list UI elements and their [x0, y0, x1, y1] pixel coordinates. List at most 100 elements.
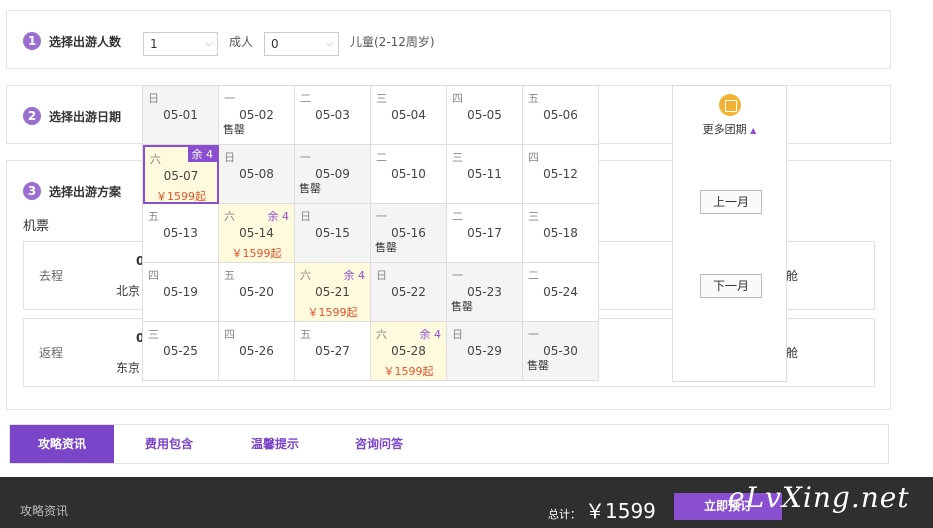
calendar-day-cell[interactable]: 三 05-11 — [447, 145, 523, 204]
people-panel: 1 选择出游人数 1 ⌵ 成人 0 ⌵ 儿童(2-12周岁) — [6, 10, 891, 69]
day-date: 05-12 — [543, 167, 578, 181]
day-date: 05-16 — [391, 226, 426, 240]
calendar-day-cell[interactable]: 六 05-14 余 4 ￥1599起 — [219, 204, 295, 263]
day-date: 05-08 — [239, 167, 274, 181]
calendar-day-cell[interactable]: 五 05-20 — [219, 263, 295, 322]
day-date: 05-17 — [467, 226, 502, 240]
calendar-day-cell[interactable]: 一 05-16 售罄 — [371, 204, 447, 263]
calendar-day-cell[interactable]: 日 05-22 — [371, 263, 447, 322]
bottom-bar: 攻略资讯 总计： ￥1599 立即预订 eLvXing.net — [0, 477, 933, 528]
weekday-label: 四 — [528, 151, 539, 164]
day-date: 05-07 — [163, 169, 199, 183]
calendar-day-cell[interactable]: 三 05-18 — [523, 204, 599, 263]
more-dates-label: 更多团期 — [702, 123, 747, 136]
step-1-badge: 1 — [23, 32, 41, 50]
sold-out-label: 售罄 — [527, 359, 549, 372]
adults-select[interactable]: 1 ⌵ — [143, 32, 218, 56]
remaining-badge: 余 4 — [267, 210, 290, 223]
day-price: ￥1599起 — [156, 190, 206, 203]
calendar-day-cell[interactable]: 二 05-03 — [295, 86, 371, 145]
day-date: 05-19 — [163, 285, 198, 299]
calendar-day-cell[interactable]: 日 05-08 — [219, 145, 295, 204]
calendar-day-cell[interactable]: 一 05-23 售罄 — [447, 263, 523, 322]
calendar-day-cell[interactable]: 五 05-27 — [295, 322, 371, 381]
day-date: 05-02 — [239, 108, 274, 122]
flight-city: 东京 — [116, 361, 141, 375]
calendar-day-cell[interactable]: 六 05-21 余 4 ￥1599起 — [295, 263, 371, 322]
weekday-label: 一 — [300, 151, 311, 164]
sold-out-label: 售罄 — [451, 300, 473, 313]
day-date: 05-15 — [315, 226, 350, 240]
calendar-day-cell[interactable]: 二 05-24 — [523, 263, 599, 322]
adults-value: 1 — [150, 37, 158, 51]
calendar-day-cell[interactable]: 六 05-28 余 4 ￥1599起 — [371, 322, 447, 381]
day-date: 05-24 — [543, 285, 578, 299]
day-date: 05-04 — [391, 108, 426, 122]
calendar-day-cell[interactable]: 日 05-15 — [295, 204, 371, 263]
calendar-day-cell[interactable]: 四 05-26 — [219, 322, 295, 381]
calendar-day-cell[interactable]: 四 05-19 — [143, 263, 219, 322]
calendar-day-cell[interactable]: 三 05-25 — [143, 322, 219, 381]
next-month-button[interactable]: 下一月 — [700, 274, 762, 298]
day-date: 05-03 — [315, 108, 350, 122]
weekday-label: 四 — [452, 92, 463, 105]
children-label: 儿童(2-12周岁) — [350, 35, 435, 49]
calendar-day-cell[interactable]: 一 05-02 售罄 — [219, 86, 295, 145]
calendar-day-cell[interactable]: 四 05-12 — [523, 145, 599, 204]
calendar-day-cell[interactable]: 五 05-06 — [523, 86, 599, 145]
weekday-label: 六 — [224, 210, 235, 223]
weekday-label: 五 — [148, 210, 159, 223]
weekday-label: 三 — [148, 328, 159, 341]
flight-direction: 返程 — [39, 346, 64, 360]
weekday-label: 日 — [452, 328, 463, 341]
children-value: 0 — [271, 37, 279, 51]
weekday-label: 六 — [376, 328, 387, 341]
day-price: ￥1599起 — [307, 306, 358, 319]
day-date: 05-14 — [239, 226, 274, 240]
prev-month-button[interactable]: 上一月 — [700, 190, 762, 214]
tab-fees[interactable]: 费用包含 — [124, 425, 214, 463]
calendar-day-cell[interactable]: 日 05-29 — [447, 322, 523, 381]
more-dates-link[interactable]: 更多团期 ▲ — [673, 121, 786, 137]
tab-guide[interactable]: 攻略资讯 — [10, 425, 114, 463]
weekday-label: 三 — [452, 151, 463, 164]
day-price: ￥1599起 — [231, 247, 282, 260]
calendar-day-cell[interactable]: 一 05-30 售罄 — [523, 322, 599, 381]
calendar-day-cell[interactable]: 二 05-10 — [371, 145, 447, 204]
remaining-badge: 余 4 — [343, 269, 366, 282]
remaining-badge: 余 4 — [419, 328, 442, 341]
day-date: 05-23 — [467, 285, 502, 299]
children-select[interactable]: 0 ⌵ — [264, 32, 339, 56]
weekday-label: 二 — [300, 92, 311, 105]
weekday-label: 一 — [528, 328, 539, 341]
remaining-badge: 余 4 — [187, 147, 217, 162]
day-date: 05-05 — [467, 108, 502, 122]
calendar-day-cell[interactable]: 三 05-04 — [371, 86, 447, 145]
watermark: eLvXing.net — [728, 481, 910, 514]
day-date: 05-20 — [239, 285, 274, 299]
step-2-title: 选择出游日期 — [49, 110, 122, 124]
weekday-label: 日 — [148, 92, 159, 105]
day-date: 05-26 — [239, 344, 274, 358]
day-date: 05-01 — [163, 108, 198, 122]
calendar-day-cell[interactable]: 四 05-05 — [447, 86, 523, 145]
calendar-day-cell[interactable]: 日 05-01 — [143, 86, 219, 145]
weekday-label: 五 — [528, 92, 539, 105]
date-calendar: 日 05-01 一 05-02 售罄二 05-03 三 05-04 四 05-05 五 05-06 六 0… — [142, 85, 599, 382]
weekday-label: 一 — [376, 210, 387, 223]
tab-qa[interactable]: 咨询问答 — [334, 425, 424, 463]
weekday-label: 四 — [148, 269, 159, 282]
flight-city: 北京 — [116, 284, 141, 298]
calendar-day-cell[interactable]: 二 05-17 — [447, 204, 523, 263]
tab-tips[interactable]: 温馨提示 — [230, 425, 320, 463]
calendar-day-cell[interactable]: 一 05-09 售罄 — [295, 145, 371, 204]
calendar-day-cell[interactable]: 六 05-07 余 4 ￥1599起 — [143, 145, 219, 204]
chevron-down-icon: ⌵ — [205, 39, 212, 49]
day-date: 05-25 — [163, 344, 198, 358]
day-date: 05-30 — [543, 344, 578, 358]
weekday-label: 五 — [300, 328, 311, 341]
flight-cabin: 舱 — [786, 269, 799, 283]
calendar-day-cell[interactable]: 五 05-13 — [143, 204, 219, 263]
weekday-label: 四 — [224, 328, 235, 341]
day-date: 05-22 — [391, 285, 426, 299]
